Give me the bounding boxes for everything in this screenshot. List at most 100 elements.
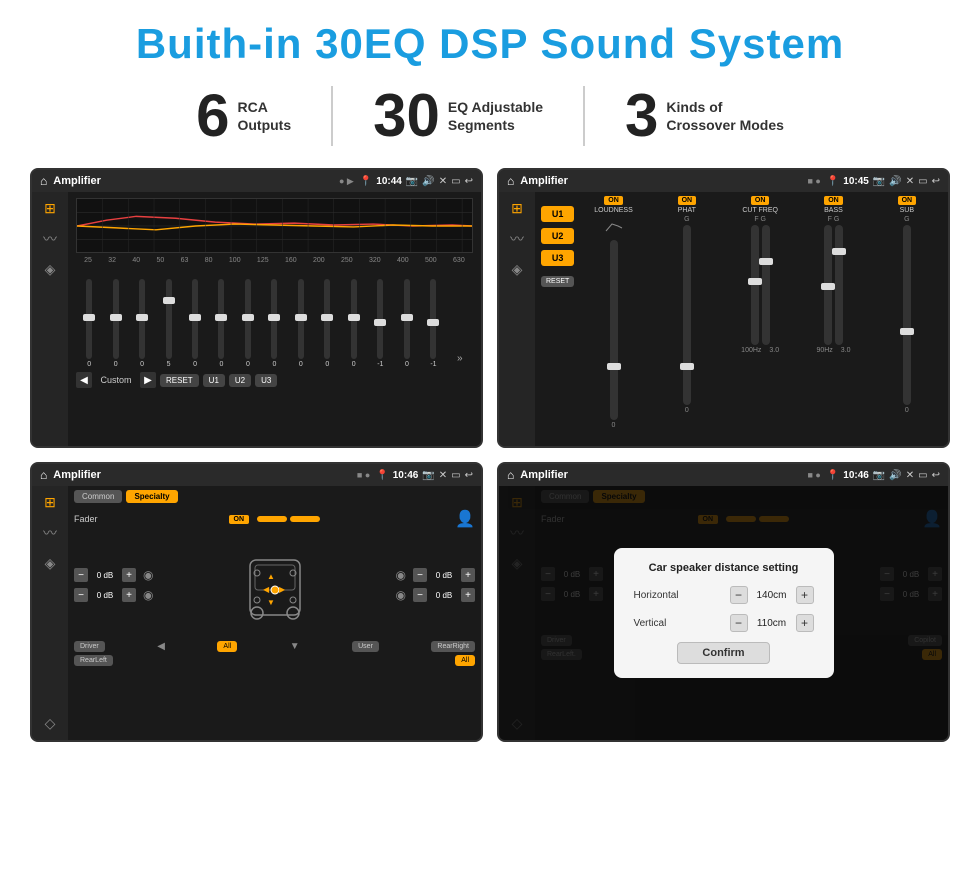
db3-plus-btn[interactable]: +	[461, 568, 475, 582]
slider-thumb-14[interactable]	[427, 319, 439, 326]
crossover-sidebar-icon1[interactable]: ⊞	[511, 200, 523, 217]
eq-next-btn[interactable]: ▶	[140, 372, 156, 388]
eq-sidebar-icon3[interactable]: ◈	[45, 261, 56, 278]
slider-thumb-4[interactable]	[163, 297, 175, 304]
fader-sidebar-icon3[interactable]: ◈	[45, 555, 56, 572]
horizontal-minus-btn[interactable]: −	[730, 586, 748, 604]
bass-slider-g[interactable]	[835, 225, 843, 345]
eq-u3-btn[interactable]: U3	[255, 374, 277, 387]
vertical-plus-btn[interactable]: +	[796, 614, 814, 632]
db1-minus-btn[interactable]: −	[74, 568, 88, 582]
db4-plus-btn[interactable]: +	[461, 588, 475, 602]
back-icon-4[interactable]: ↩	[932, 470, 940, 481]
db2-plus-btn[interactable]: +	[122, 588, 136, 602]
slider-thumb-7[interactable]	[242, 314, 254, 321]
slider-thumb-13[interactable]	[401, 314, 413, 321]
slider-track-6[interactable]	[218, 279, 224, 359]
eq-u1-btn[interactable]: U1	[203, 374, 225, 387]
cutfreq-thumb-f[interactable]	[748, 278, 762, 285]
eq-u2-btn[interactable]: U2	[229, 374, 251, 387]
slider-track-1[interactable]	[86, 279, 92, 359]
db2-minus-btn[interactable]: −	[74, 588, 88, 602]
crossover-home-icon[interactable]: ⌂	[507, 174, 514, 188]
fader-h-sliders[interactable]	[257, 516, 320, 522]
fader-home-icon[interactable]: ⌂	[40, 468, 47, 482]
crossover-sidebar-icon2[interactable]: 〰	[510, 229, 524, 249]
fader-sidebar-icon2[interactable]: 〰	[43, 523, 57, 543]
user-btn[interactable]: User	[352, 641, 379, 652]
eq-prev-btn[interactable]: ◀	[76, 372, 92, 388]
slider-track-4[interactable]	[166, 279, 172, 359]
eq-sidebar-icon2[interactable]: 〰	[43, 229, 57, 249]
slider-thumb-10[interactable]	[321, 314, 333, 321]
fader-sidebar-icon1[interactable]: ⊞	[44, 494, 56, 511]
slider-track-7[interactable]	[245, 279, 251, 359]
horizontal-plus-btn[interactable]: +	[796, 586, 814, 604]
crossover-u1-btn[interactable]: U1	[541, 206, 574, 222]
slider-thumb-1[interactable]	[83, 314, 95, 321]
cutfreq-thumb-g[interactable]	[759, 258, 773, 265]
phat-slider[interactable]	[683, 225, 691, 405]
slider-track-13[interactable]	[404, 279, 410, 359]
rear-right-btn[interactable]: RearRight	[431, 641, 475, 652]
down-arrow-icon[interactable]: ▼	[290, 641, 300, 652]
slider-thumb-6[interactable]	[215, 314, 227, 321]
dialog-home-icon[interactable]: ⌂	[507, 468, 514, 482]
slider-thumb-11[interactable]	[348, 314, 360, 321]
sub-slider[interactable]	[903, 225, 911, 405]
back-icon[interactable]: ↩	[465, 176, 473, 187]
sub-thumb[interactable]	[900, 328, 914, 335]
loudness-slider[interactable]	[610, 240, 618, 420]
slider-track-14[interactable]	[430, 279, 436, 359]
slider-track-11[interactable]	[351, 279, 357, 359]
slider-thumb-8[interactable]	[268, 314, 280, 321]
slider-track-9[interactable]	[298, 279, 304, 359]
eq-status-icons: 📍 10:44 📷 🔊 ✕ ▭ ↩	[360, 176, 473, 187]
bass-slider-f[interactable]	[824, 225, 832, 345]
db4-minus-btn[interactable]: −	[413, 588, 427, 602]
driver-btn[interactable]: Driver	[74, 641, 105, 652]
loudness-thumb[interactable]	[607, 363, 621, 370]
svg-text:▶: ▶	[279, 585, 286, 594]
eq-reset-btn[interactable]: RESET	[160, 374, 199, 387]
svg-text:◀: ◀	[263, 585, 270, 594]
all-btn-2[interactable]: All	[455, 655, 475, 666]
slider-track-3[interactable]	[139, 279, 145, 359]
tab-common[interactable]: Common	[74, 490, 122, 503]
fader-hslider-1[interactable]	[257, 516, 287, 522]
crossover-sidebar-icon3[interactable]: ◈	[512, 261, 523, 278]
slider-track-10[interactable]	[324, 279, 330, 359]
crossover-reset-btn[interactable]: RESET	[541, 276, 574, 287]
slider-thumb-2[interactable]	[110, 314, 122, 321]
bass-thumb-f[interactable]	[821, 283, 835, 290]
fader-hslider-2[interactable]	[290, 516, 320, 522]
left-arrow-icon[interactable]: ◀	[157, 641, 165, 652]
fader-on-toggle[interactable]: ON	[229, 515, 250, 524]
slider-track-2[interactable]	[113, 279, 119, 359]
eq-sidebar-icon1[interactable]: ⊞	[44, 200, 56, 217]
tab-specialty[interactable]: Specialty	[126, 490, 177, 503]
rear-left-btn[interactable]: RearLeft	[74, 655, 113, 666]
slider-track-12[interactable]	[377, 279, 383, 359]
db3-minus-btn[interactable]: −	[413, 568, 427, 582]
vertical-minus-btn[interactable]: −	[730, 614, 748, 632]
back-icon-2[interactable]: ↩	[932, 176, 940, 187]
slider-track-5[interactable]	[192, 279, 198, 359]
bass-thumb-g[interactable]	[832, 248, 846, 255]
all-btn[interactable]: All	[217, 641, 237, 652]
crossover-u2-btn[interactable]: U2	[541, 228, 574, 244]
phat-thumb[interactable]	[680, 363, 694, 370]
home-icon[interactable]: ⌂	[40, 174, 47, 188]
slider-track-8[interactable]	[271, 279, 277, 359]
crossover-u3-btn[interactable]: U3	[541, 250, 574, 266]
slider-thumb-5[interactable]	[189, 314, 201, 321]
cutfreq-slider-g[interactable]	[762, 225, 770, 345]
slider-thumb-3[interactable]	[136, 314, 148, 321]
cutfreq-slider-f[interactable]	[751, 225, 759, 345]
slider-thumb-12[interactable]	[374, 319, 386, 326]
fader-sidebar-icon4[interactable]: ◇	[45, 715, 56, 732]
slider-thumb-9[interactable]	[295, 314, 307, 321]
back-icon-3[interactable]: ↩	[465, 470, 473, 481]
confirm-button[interactable]: Confirm	[677, 642, 769, 664]
db1-plus-btn[interactable]: +	[122, 568, 136, 582]
